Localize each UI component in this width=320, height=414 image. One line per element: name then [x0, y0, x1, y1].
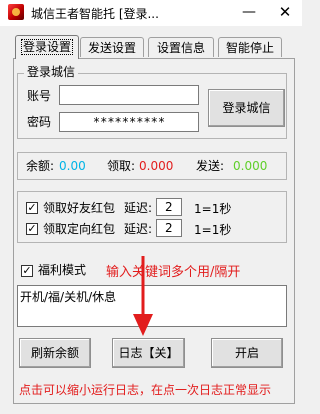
sent-value: 0.000: [233, 159, 268, 173]
targeted-delay-unit: 1=1秒: [194, 223, 232, 237]
balance-label: 余额:: [26, 159, 55, 173]
sent-label: 发送:: [196, 159, 225, 173]
footer-hint: 点击可以缩小运行日志，在点一次日志正常显示: [19, 383, 272, 397]
login-button[interactable]: 登录城信: [208, 89, 285, 127]
red-arrow-annotation: [133, 256, 153, 336]
targeted-redpacket-checkbox[interactable]: ✓: [26, 223, 38, 235]
app-window: 城信王者智能托 [登录... — ✕ 登录设置 发送设置 设置信息 智能停止 登…: [0, 0, 302, 414]
friend-delay-unit: 1=1秒: [194, 202, 232, 216]
tab-label: 智能停止: [225, 41, 274, 55]
password-label: 密码: [27, 115, 52, 129]
keywords-hint: 输入关键词多个用/隔开: [106, 265, 241, 280]
account-input[interactable]: [59, 85, 199, 105]
friend-redpacket-label: 领取好友红包: [43, 201, 116, 215]
targeted-redpacket-label: 领取定向红包: [43, 222, 116, 236]
friend-redpacket-checkbox[interactable]: ✓: [26, 202, 38, 214]
account-label: 账号: [27, 89, 52, 103]
claimed-value: 0.000: [139, 159, 174, 173]
welfare-mode-label: 福利模式: [38, 263, 87, 277]
tab-label: 设置信息: [156, 41, 205, 55]
refresh-balance-button[interactable]: 刷新余额: [19, 338, 91, 368]
claimed-label: 领取:: [107, 159, 136, 173]
window-title: 城信王者智能托 [登录...: [31, 7, 159, 21]
app-logo-icon: [8, 4, 24, 20]
tab-label: 发送设置: [87, 41, 136, 55]
close-button[interactable]: ✕: [268, 0, 302, 26]
tab-smart-stop[interactable]: 智能停止: [218, 37, 282, 57]
targeted-delay-input[interactable]: 2: [156, 219, 182, 237]
password-input[interactable]: **********: [59, 112, 199, 132]
welfare-mode-checkbox[interactable]: ✓: [21, 265, 33, 277]
title-bar[interactable]: 城信王者智能托 [登录... — ✕: [0, 0, 302, 26]
log-toggle-button[interactable]: 日志【关】: [112, 338, 185, 368]
tab-send-settings[interactable]: 发送设置: [80, 37, 144, 57]
minimize-button[interactable]: —: [232, 0, 266, 26]
balance-value: 0.00: [59, 159, 86, 173]
tab-settings-info[interactable]: 设置信息: [148, 37, 214, 57]
friend-delay-label: 延迟:: [124, 201, 153, 215]
targeted-delay-label: 延迟:: [124, 222, 153, 236]
login-group-title: 登录城信: [24, 65, 79, 79]
tab-label: 登录设置: [20, 39, 74, 55]
start-button[interactable]: 开启: [211, 338, 283, 368]
tab-login-settings[interactable]: 登录设置: [15, 35, 79, 59]
friend-delay-input[interactable]: 2: [156, 198, 182, 216]
